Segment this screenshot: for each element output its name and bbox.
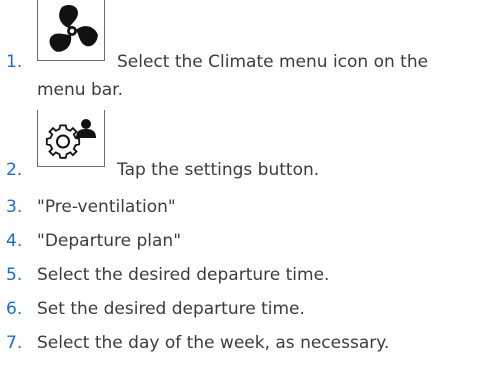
step-7: 7. Select the day of the week, as necess… [0,333,489,361]
step-number: 3. [6,197,23,217]
step-number: 5. [6,265,23,285]
instruction-steps: 1. Select the Climate menu icon on the m… [0,0,489,367]
step-text: Select the day of the week, as necessary… [37,333,390,353]
step-1: 1. Select the Climate menu icon on the m… [0,0,489,110]
step-text: Tap the settings button. [117,160,320,180]
fan-icon [49,5,98,52]
climate-icon-frame [37,0,105,61]
step-number: 2. [6,160,23,180]
step-text-continued: menu bar. [37,80,124,100]
step-2: 2. Tap the settings button. [0,110,489,185]
step-number: 6. [6,299,23,319]
step-text: Set the desired departure time. [37,299,305,319]
step-number: 4. [6,231,23,251]
settings-icon-frame [37,110,105,167]
step-4: 4. "Departure plan" [0,231,489,259]
step-text: "Departure plan" [37,231,182,251]
step-5: 5. Select the desired departure time. [0,265,489,293]
step-text: "Pre-ventilation" [37,197,176,217]
step-text: Select the desired departure time. [37,265,330,285]
step-text: Select the Climate menu icon on the [117,52,429,72]
step-number: 1. [6,52,23,72]
step-number: 7. [6,333,23,353]
settings-person-gear-icon [45,119,96,159]
step-6: 6. Set the desired departure time. [0,299,489,327]
step-3: 3. "Pre-ventilation" [0,197,489,225]
